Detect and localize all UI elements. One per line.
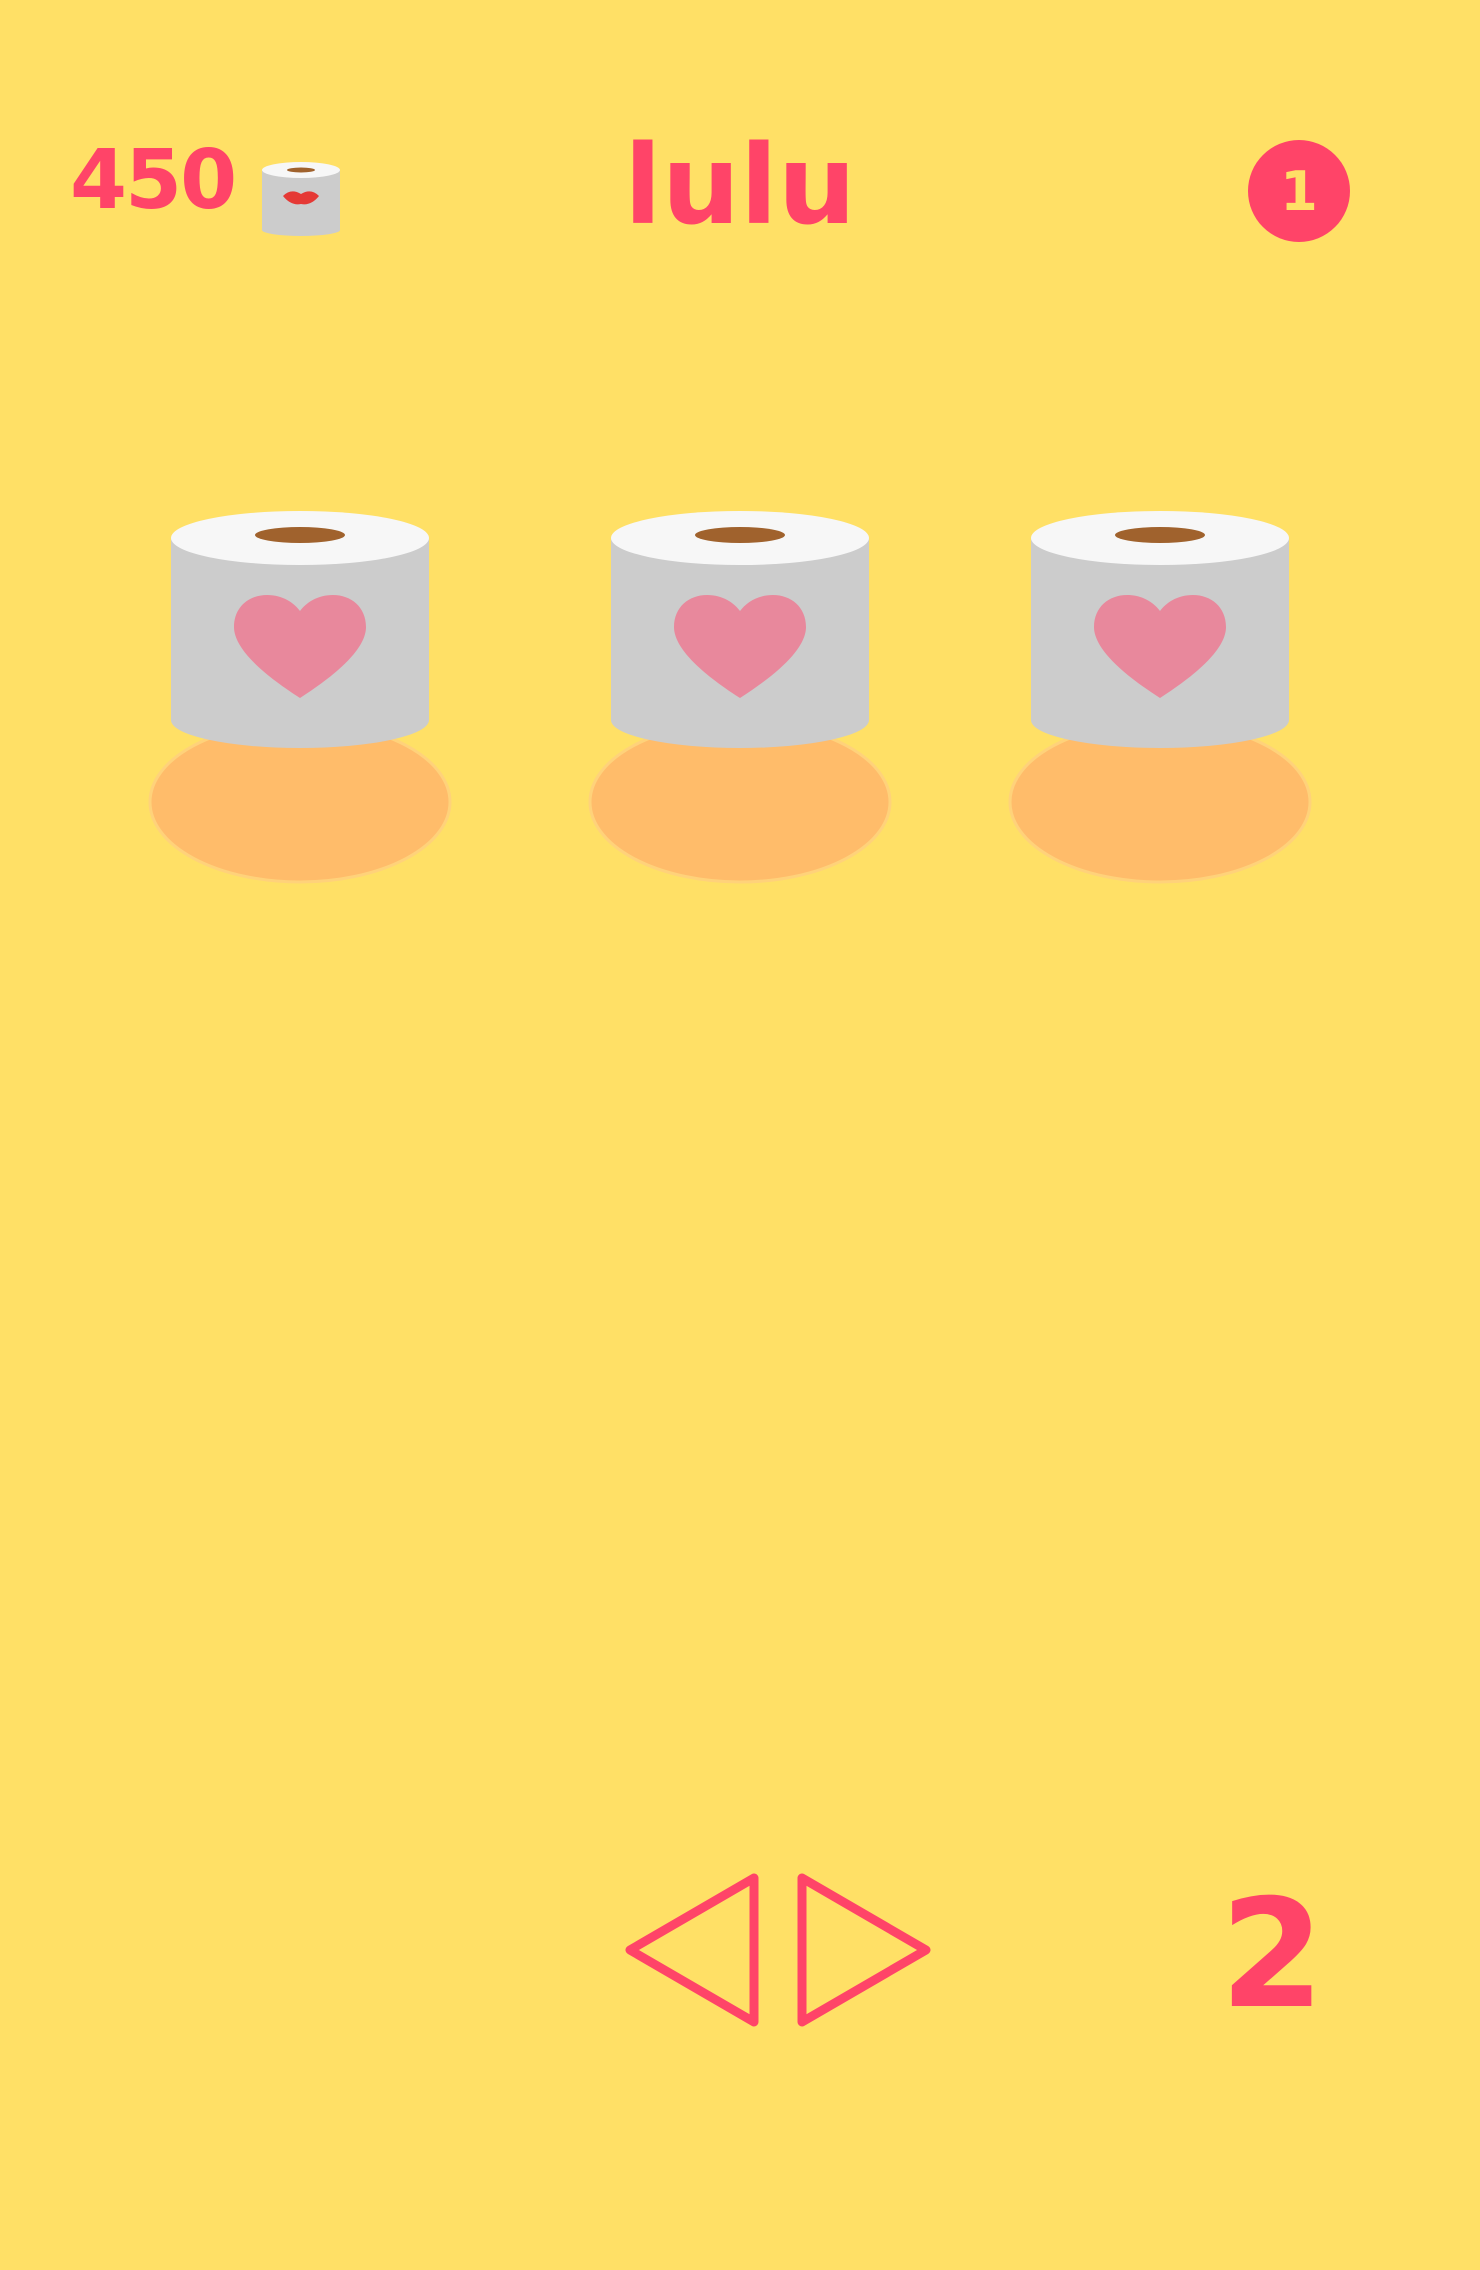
- prev-button[interactable]: [620, 1870, 780, 2030]
- roll-core: [255, 527, 345, 543]
- roll-bottom: [1031, 692, 1289, 748]
- roll-bottom: [611, 692, 869, 748]
- roll-core: [1115, 527, 1205, 543]
- next-button[interactable]: [790, 1870, 950, 2030]
- triangle-left-icon: [625, 1873, 759, 2027]
- roll-1[interactable]: [148, 511, 452, 884]
- page-number: 2: [1220, 1868, 1325, 2042]
- roll-2[interactable]: [588, 511, 892, 884]
- roll-3[interactable]: [1008, 511, 1312, 884]
- triangle-right-icon: [797, 1873, 931, 2027]
- roll-bottom: [171, 692, 429, 748]
- roll-core: [695, 527, 785, 543]
